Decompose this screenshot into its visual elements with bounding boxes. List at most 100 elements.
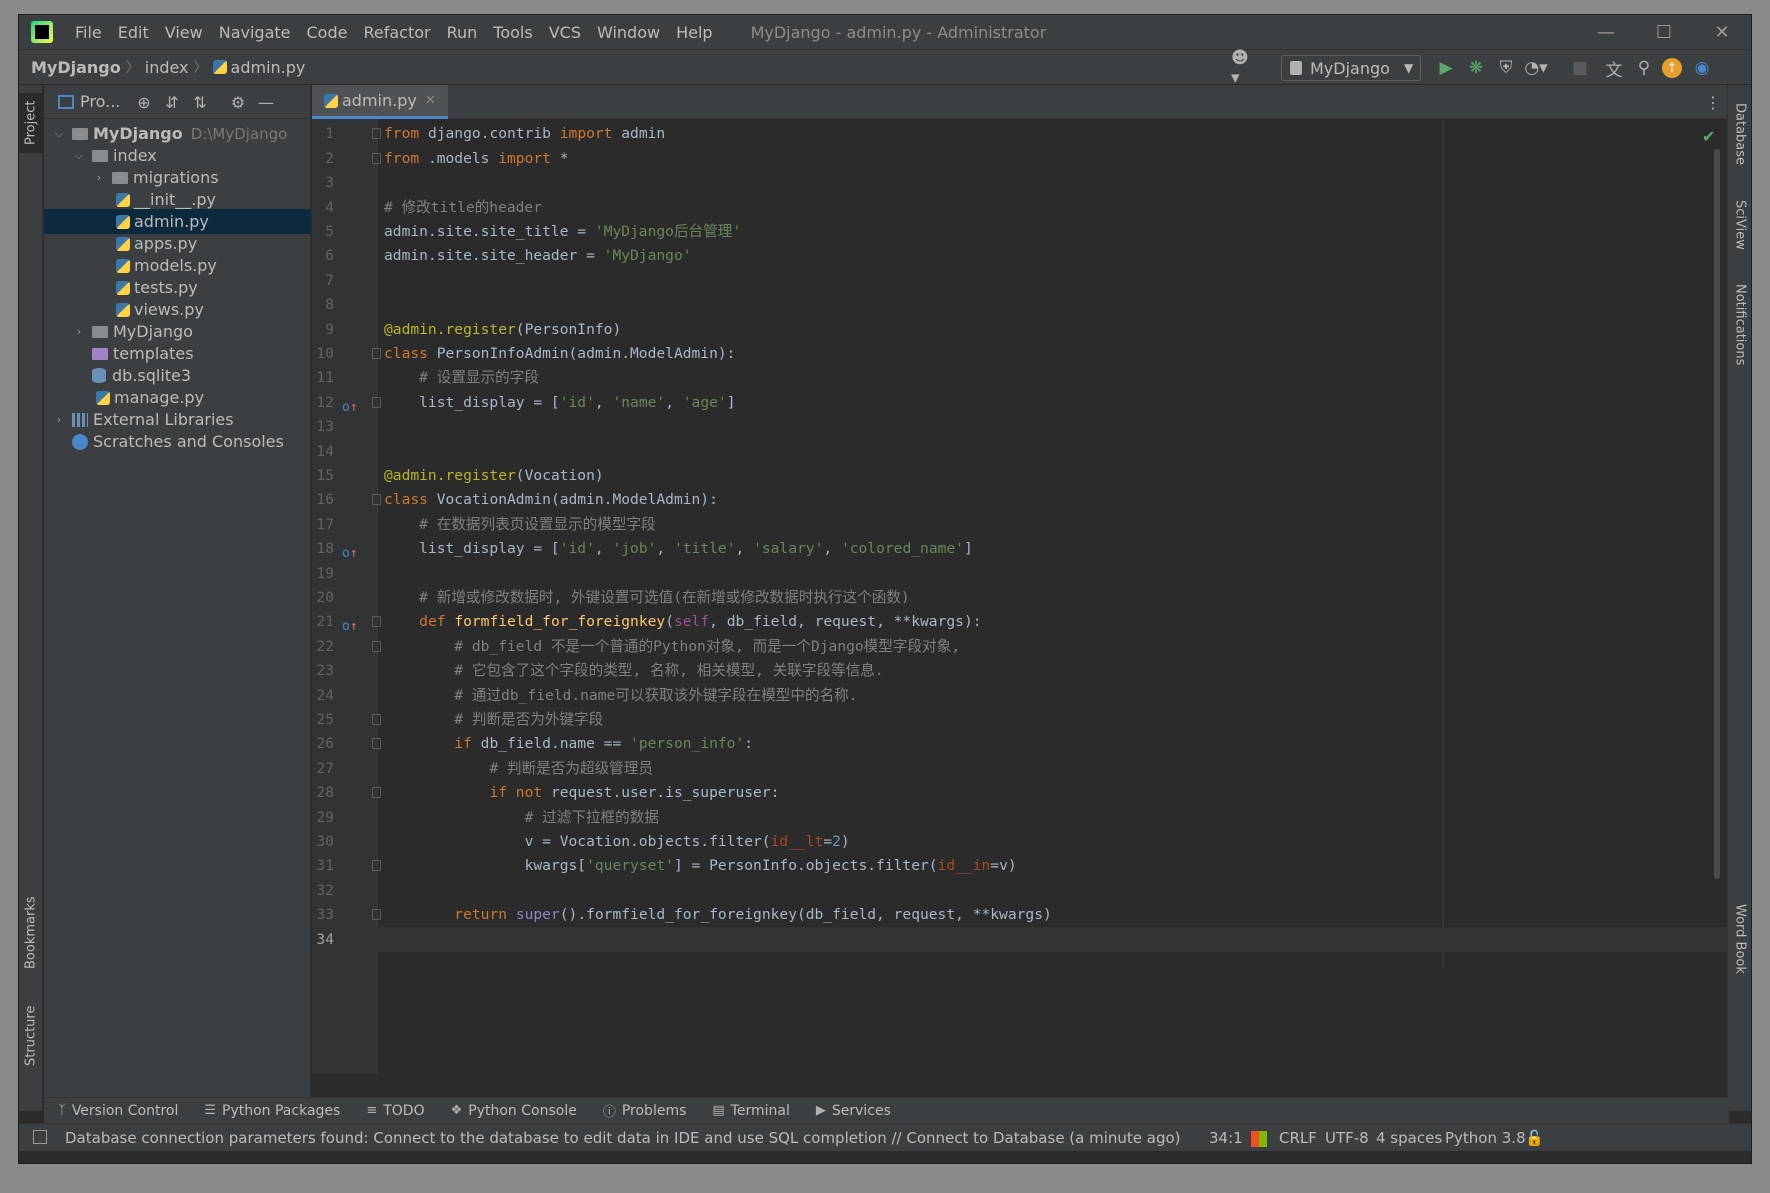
code-text[interactable]: def formfield_for_foreignkey(self, db_fi… [384, 609, 981, 634]
code-text[interactable]: v = Vocation.objects.filter(id__lt=2) [384, 829, 850, 854]
plugin-icon[interactable]: ◉ [1691, 57, 1713, 79]
code-text[interactable]: # 它包含了这个字段的类型, 名称, 相关模型, 关联字段等信息. [384, 658, 883, 683]
code-line[interactable]: 11 # 设置显示的字段 [312, 365, 1729, 390]
fold-icon[interactable] [372, 397, 381, 408]
tab-project[interactable]: Project [19, 93, 43, 153]
expand-all-icon[interactable]: ⇵ [162, 92, 182, 112]
fold-icon[interactable] [372, 714, 381, 725]
gear-icon[interactable]: ⚙ [228, 92, 248, 112]
stop-icon[interactable]: ■ [1569, 57, 1591, 79]
code-text[interactable]: # 通过db_field.name可以获取该外键字段在模型中的名称. [384, 683, 857, 708]
menu-view[interactable]: View [157, 23, 211, 42]
code-line[interactable]: 28 if not request.user.is_superuser: [312, 780, 1729, 805]
coverage-icon[interactable]: ⛨ [1495, 57, 1517, 79]
tab-todo[interactable]: ≡ TODO [366, 1103, 424, 1119]
code-line[interactable]: 17 # 在数据列表页设置显示的模型字段 [312, 512, 1729, 537]
code-text[interactable]: # 在数据列表页设置显示的模型字段 [384, 512, 655, 537]
code-line[interactable]: 31 kwargs['queryset'] = PersonInfo.objec… [312, 853, 1729, 878]
code-line[interactable]: 5 admin.site.site_title = 'MyDjango后台管理' [312, 219, 1729, 244]
run-icon[interactable]: ▶ [1435, 57, 1457, 79]
code-line-current[interactable]: 34 [312, 927, 1729, 952]
lock-icon[interactable]: 🔓 [1525, 1129, 1544, 1147]
code-text[interactable]: admin.site.site_header = 'MyDjango' [384, 243, 692, 268]
code-text[interactable]: return super().formfield_for_foreignkey(… [384, 902, 1051, 927]
code-line[interactable]: 23 # 它包含了这个字段的类型, 名称, 相关模型, 关联字段等信息. [312, 658, 1729, 683]
maximize-icon[interactable]: ☐ [1635, 15, 1693, 49]
code-text[interactable]: kwargs['queryset'] = PersonInfo.objects.… [384, 853, 1017, 878]
tab-database[interactable]: Database [1728, 93, 1752, 175]
code-text[interactable]: # 判断是否为超级管理员 [384, 756, 653, 781]
tab-sciview[interactable]: SciView [1728, 189, 1752, 261]
code-text[interactable]: @admin.register(Vocation) [384, 463, 604, 488]
code-line[interactable]: 9 @admin.register(PersonInfo) [312, 317, 1729, 342]
menu-tools[interactable]: Tools [485, 23, 540, 42]
code-line[interactable]: 12 o↑ list_display = ['id', 'name', 'age'… [312, 390, 1729, 415]
tree-item-scratches[interactable]: Scratches and Consoles [44, 429, 311, 454]
menu-help[interactable]: Help [668, 23, 720, 42]
code-line[interactable]: 6 admin.site.site_header = 'MyDjango' [312, 243, 1729, 268]
code-line[interactable]: 8 [312, 292, 1729, 317]
code-text[interactable]: if not request.user.is_superuser: [384, 780, 779, 805]
code-text[interactable]: class PersonInfoAdmin(admin.ModelAdmin): [384, 341, 735, 366]
code-text[interactable]: list_display = ['id', 'job', 'title', 's… [384, 536, 973, 561]
search-icon[interactable]: ⚲ [1633, 57, 1655, 79]
code-line[interactable]: 33 return super().formfield_for_foreignk… [312, 902, 1729, 927]
fold-icon[interactable] [372, 128, 381, 139]
tab-version-control[interactable]: ᛉ Version Control [58, 1103, 178, 1119]
code-line[interactable]: 27 # 判断是否为超级管理员 [312, 756, 1729, 781]
tab-notifications[interactable]: Notifications [1728, 275, 1752, 375]
indent-setting[interactable]: 4 spaces [1376, 1129, 1442, 1147]
profile-icon[interactable]: ◔▾ [1524, 57, 1547, 79]
code-line[interactable]: 16 class VocationAdmin(admin.ModelAdmin): [312, 487, 1729, 512]
line-separator[interactable]: CRLF [1279, 1129, 1317, 1147]
menu-window[interactable]: Window [589, 23, 668, 42]
code-editor[interactable]: ✔ 1 from django.contrib import admin 2 fro… [312, 119, 1729, 1074]
breadcrumb-file[interactable]: admin.py [231, 58, 306, 77]
fold-icon[interactable] [372, 860, 381, 871]
code-line[interactable]: 32 [312, 878, 1729, 903]
breadcrumb-folder[interactable]: index [145, 58, 189, 77]
tab-problems[interactable]: ⓘ Problems [603, 1101, 687, 1121]
code-line[interactable]: 26 if db_field.name == 'person_info': [312, 731, 1729, 756]
tab-structure[interactable]: Structure [19, 997, 43, 1075]
menu-navigate[interactable]: Navigate [211, 23, 299, 42]
close-icon[interactable]: ✕ [1693, 15, 1751, 49]
fold-icon[interactable] [372, 738, 381, 749]
menu-run[interactable]: Run [439, 23, 486, 42]
debug-icon[interactable]: ❋ [1465, 57, 1487, 79]
code-text[interactable]: # 判断是否为外键字段 [384, 707, 603, 732]
project-panel-title[interactable]: Pro... [80, 92, 120, 111]
code-line[interactable]: 14 [312, 439, 1729, 464]
caret-position[interactable]: 34:1 [1209, 1129, 1243, 1147]
user-icon[interactable]: ☻▾ [1231, 48, 1253, 88]
fold-icon[interactable] [372, 494, 381, 505]
menu-vcs[interactable]: VCS [541, 23, 589, 42]
code-line[interactable]: 18 o↑ list_display = ['id', 'job', 'title… [312, 536, 1729, 561]
tab-word-book[interactable]: Word Book [1728, 893, 1752, 985]
code-text[interactable]: # 过滤下拉框的数据 [384, 805, 659, 830]
menu-file[interactable]: File [67, 23, 110, 42]
code-text[interactable]: from django.contrib import admin [384, 121, 665, 146]
code-line[interactable]: 3 [312, 170, 1729, 195]
tab-terminal[interactable]: ▤ Terminal [712, 1103, 789, 1119]
locate-icon[interactable]: ⊕ [134, 92, 154, 112]
fold-icon[interactable] [372, 909, 381, 920]
code-line[interactable]: 25 # 判断是否为外键字段 [312, 707, 1729, 732]
code-text[interactable]: from .models import * [384, 146, 569, 171]
more-options-icon[interactable]: ⋮ [1705, 93, 1721, 112]
code-line[interactable]: 13 [312, 414, 1729, 439]
fold-icon[interactable] [372, 616, 381, 627]
update-icon[interactable]: ↑ [1662, 58, 1682, 78]
fold-icon[interactable] [372, 787, 381, 798]
code-line[interactable]: 15 @admin.register(Vocation) [312, 463, 1729, 488]
code-line[interactable]: 7 [312, 268, 1729, 293]
fold-icon[interactable] [372, 641, 381, 652]
minimize-icon[interactable]: — [1577, 15, 1635, 49]
file-encoding[interactable]: UTF-8 [1325, 1129, 1369, 1147]
code-text[interactable]: # 设置显示的字段 [384, 365, 539, 390]
status-message[interactable]: Database connection parameters found: Co… [65, 1129, 1181, 1147]
editor-tab-admin[interactable]: admin.py ✕ [312, 85, 448, 119]
code-line[interactable]: 19 [312, 561, 1729, 586]
code-line[interactable]: 30 v = Vocation.objects.filter(id__lt=2) [312, 829, 1729, 854]
menu-refactor[interactable]: Refactor [355, 23, 438, 42]
